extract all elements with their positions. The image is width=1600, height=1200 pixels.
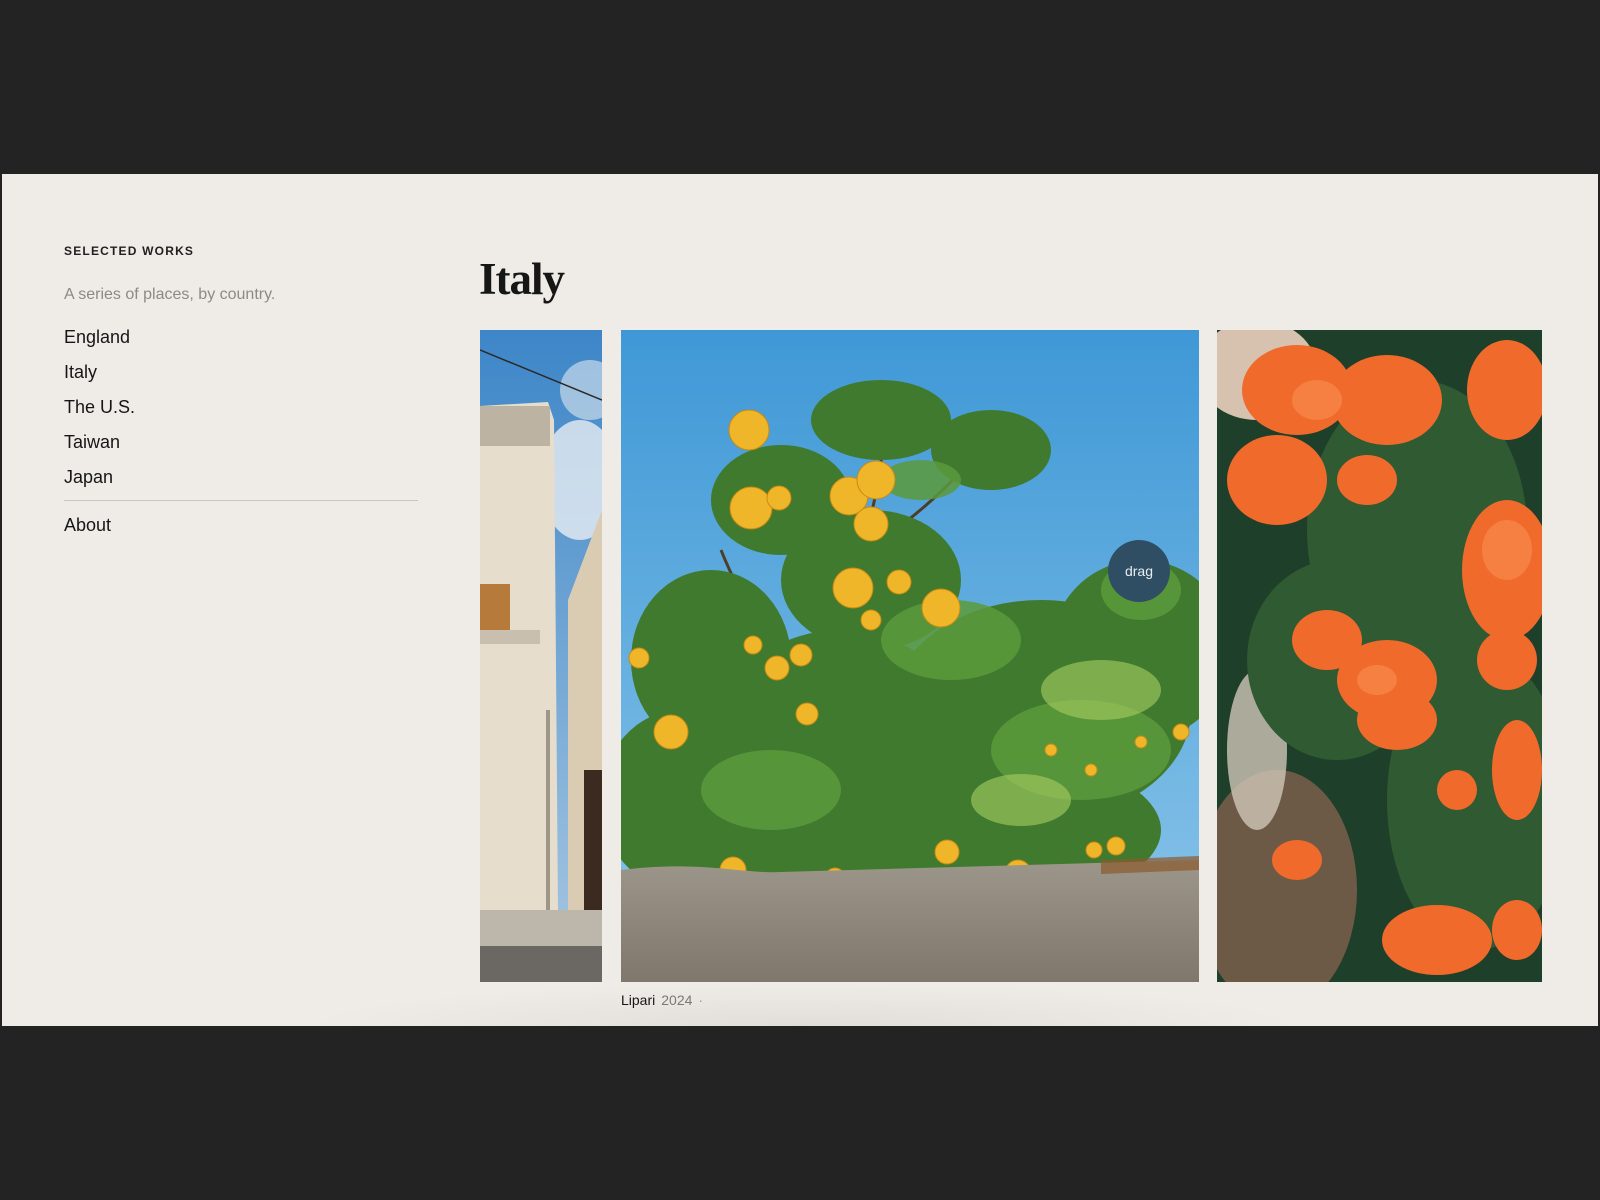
page-title: Italy: [479, 254, 565, 304]
lemon-tree-image: [621, 330, 1199, 982]
tagline: A series of places, by country.: [64, 286, 276, 303]
nav-item-japan[interactable]: Japan: [64, 467, 418, 502]
caption-separator: ·: [698, 992, 704, 1008]
drag-label: drag: [1124, 563, 1154, 579]
lemon-tree-photo[interactable]: [621, 330, 1199, 982]
caption-year: 2024: [661, 992, 693, 1008]
page-shadow: [292, 982, 1312, 1026]
photo-caption: Lipari 2024 ·: [621, 992, 703, 1008]
orange-flowers-image: [1217, 330, 1542, 982]
orange-flowers-photo[interactable]: [1217, 330, 1542, 982]
drag-cursor-badge[interactable]: drag: [1108, 540, 1170, 602]
nav-item-taiwan[interactable]: Taiwan: [64, 432, 418, 467]
building-street-photo[interactable]: [480, 330, 602, 982]
nav-divider: [64, 500, 418, 501]
photo-carousel[interactable]: [480, 330, 1542, 982]
country-nav: England Italy The U.S. Taiwan Japan: [64, 327, 418, 502]
nav-item-us[interactable]: The U.S.: [64, 397, 418, 432]
nav-item-about[interactable]: About: [64, 515, 418, 535]
sidebar: SELECTED WORKS A series of places, by co…: [64, 244, 418, 535]
section-eyebrow: SELECTED WORKS: [64, 244, 195, 258]
building-street-image: [480, 330, 602, 982]
caption-place: Lipari: [621, 992, 656, 1008]
nav-item-italy[interactable]: Italy: [64, 362, 418, 397]
portfolio-page: SELECTED WORKS A series of places, by co…: [2, 174, 1598, 1026]
nav-item-england[interactable]: England: [64, 327, 418, 362]
